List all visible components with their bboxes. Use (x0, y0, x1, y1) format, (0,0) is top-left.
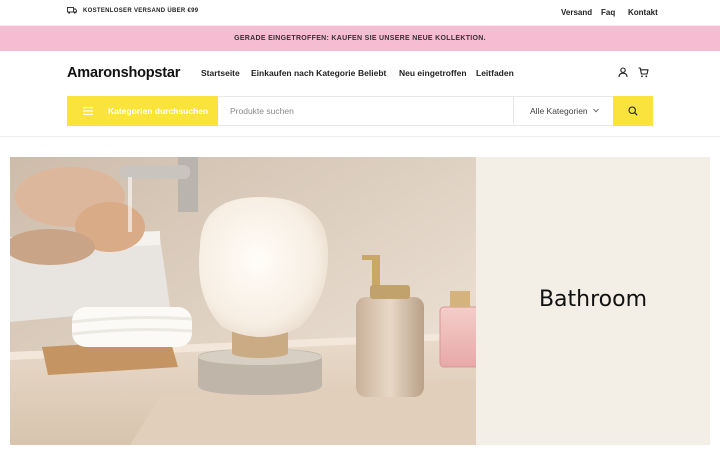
link-versand[interactable]: Versand (561, 8, 592, 17)
search-button[interactable] (613, 96, 653, 126)
menu-icon (83, 107, 93, 115)
search-icon (628, 106, 638, 116)
chevron-down-icon (593, 108, 599, 113)
category-select-value: Alle Kategorien (530, 106, 588, 116)
hero-photo-lamp (10, 157, 476, 445)
nav-beliebt[interactable]: Beliebt (358, 68, 386, 78)
header-divider (0, 136, 720, 137)
hero-title: Bathroom (538, 287, 648, 312)
hero-text-panel: Bathroom (476, 157, 710, 445)
user-icon[interactable] (618, 67, 628, 78)
browse-categories-label: Kategorien durchsuchen (108, 106, 209, 116)
truck-icon (67, 7, 77, 14)
category-select[interactable]: Alle Kategorien (513, 96, 612, 126)
announcement-text: GERADE EINGETROFFEN: KAUFEN SIE UNSERE N… (234, 35, 486, 42)
shipping-text: KOSTENLOSER VERSAND ÜBER €99 (83, 7, 199, 14)
announcement-bar: GERADE EINGETROFFEN: KAUFEN SIE UNSERE N… (0, 26, 720, 51)
nav-einkaufen-nach-kategorie[interactable]: Einkaufen nach Kategorie (251, 68, 355, 78)
shipping-notice: KOSTENLOSER VERSAND ÜBER €99 (67, 7, 198, 14)
link-faq[interactable]: Faq (601, 8, 615, 17)
hero-image (10, 157, 476, 445)
link-kontakt[interactable]: Kontakt (628, 8, 658, 17)
nav-neu-eingetroffen[interactable]: Neu eingetroffen (399, 68, 467, 78)
browse-categories-button[interactable]: Kategorien durchsuchen (67, 96, 218, 126)
nav-leitfaden[interactable]: Leitfaden (476, 68, 514, 78)
hero-banner[interactable]: Bathroom (10, 157, 710, 445)
top-bar: KOSTENLOSER VERSAND ÜBER €99 Versand Faq… (0, 0, 720, 26)
cart-icon[interactable] (638, 67, 649, 78)
nav-startseite[interactable]: Startseite (201, 68, 240, 78)
site-logo[interactable]: Amaronshopstar (67, 65, 180, 81)
product-search-input[interactable] (226, 97, 506, 125)
